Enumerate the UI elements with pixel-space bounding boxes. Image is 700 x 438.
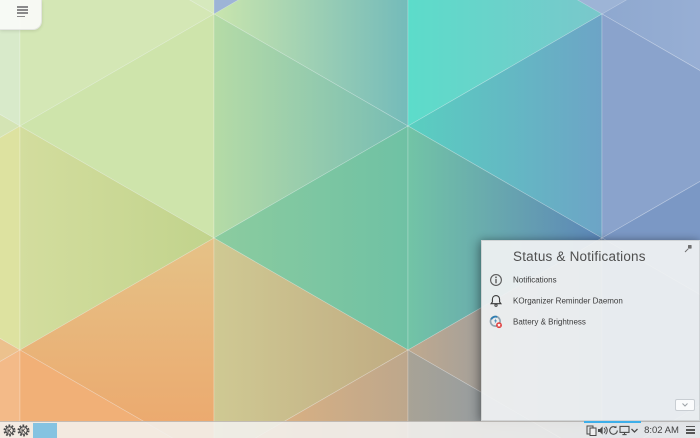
kde-gear-icon: K (17, 424, 30, 437)
desktop: Status & Notifications Notifications (0, 0, 700, 438)
virtual-desktop-pager[interactable] (33, 423, 57, 438)
panel-toolbox-button[interactable] (686, 426, 696, 436)
kde-app-launcher-button[interactable]: K (3, 424, 16, 437)
display-icon[interactable] (619, 425, 630, 436)
clipboard-icon[interactable] (586, 425, 597, 436)
list-item-korganizer[interactable]: KOrganizer Reminder Daemon (482, 290, 699, 311)
tray-active-indicator (584, 421, 641, 423)
hamburger-icon (686, 426, 695, 427)
popup-title: Status & Notifications (513, 249, 646, 264)
tray-expander-chevron-icon[interactable] (630, 425, 639, 436)
list-item-notifications[interactable]: Notifications (482, 269, 699, 290)
chevron-down-icon (681, 402, 689, 408)
info-icon (489, 273, 503, 287)
kde-app-launcher-button[interactable]: K (17, 424, 30, 437)
volume-icon[interactable] (597, 425, 608, 436)
svg-text:K: K (7, 428, 12, 435)
taskbar-panel: K K (0, 421, 700, 438)
popup-corner-button[interactable] (675, 399, 695, 411)
kde-gear-icon: K (3, 424, 16, 437)
battery-missing-icon (489, 315, 503, 329)
sync-icon[interactable] (608, 425, 619, 436)
list-item-label: Battery & Brightness (513, 317, 586, 326)
list-item-label: KOrganizer Reminder Daemon (513, 296, 623, 305)
status-item-list: Notifications KOrganizer Reminder Daemon (482, 269, 699, 332)
status-notifications-popup: Status & Notifications Notifications (481, 240, 700, 421)
hamburger-lines-icon (17, 6, 28, 19)
svg-text:K: K (21, 428, 26, 435)
bell-icon (489, 294, 503, 308)
list-item-battery[interactable]: Battery & Brightness (482, 311, 699, 332)
pin-icon[interactable] (684, 244, 693, 253)
digital-clock[interactable]: 8:02 AM (643, 422, 680, 438)
list-item-label: Notifications (513, 275, 557, 284)
desktop-toolbox-button[interactable] (0, 0, 42, 30)
